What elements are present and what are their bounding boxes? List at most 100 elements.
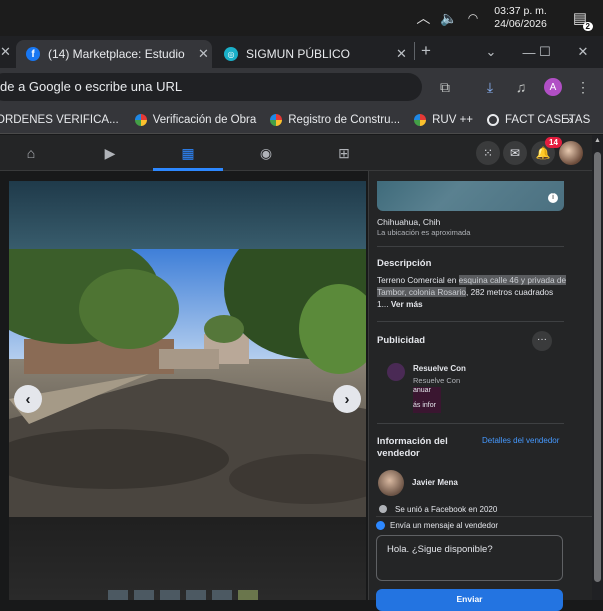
- system-tray: ︿ 🔈 ◠ 03:37 p. m. 24/06/2026 ▤ 2: [416, 0, 603, 36]
- bookmark-ordenes[interactable]: ORDENES VERIFICA...: [0, 114, 119, 126]
- street-photo-illustration: [9, 249, 366, 517]
- photo-thumbnails: [108, 590, 258, 600]
- tab-label: SIGMUN PÚBLICO: [246, 47, 351, 61]
- divider: [377, 246, 564, 247]
- more-options-icon[interactable]: ···: [532, 331, 552, 351]
- thumbnail[interactable]: [160, 590, 180, 600]
- gaming-icon[interactable]: ⊞: [336, 145, 352, 161]
- message-input[interactable]: Hola. ¿Sigue disponible?: [376, 535, 563, 581]
- close-tab-icon[interactable]: ✕: [198, 46, 209, 62]
- messenger-icon[interactable]: ✉: [503, 141, 527, 165]
- seller-avatar[interactable]: [378, 470, 404, 496]
- divider: [377, 423, 564, 424]
- bookmark-icon: [414, 113, 427, 126]
- ad-title[interactable]: Resuelve Con: [413, 364, 466, 373]
- video-icon[interactable]: ▶: [102, 145, 118, 161]
- active-tab-indicator: [153, 168, 223, 171]
- chevron-up-icon[interactable]: ︿: [416, 8, 430, 28]
- close-icon[interactable]: ✕: [0, 44, 11, 60]
- maximize-icon[interactable]: ☐: [530, 36, 560, 68]
- ads-heading: Publicidad: [377, 335, 426, 346]
- listing-photo[interactable]: [9, 249, 366, 517]
- previous-photo-button[interactable]: ‹: [14, 385, 42, 413]
- messenger-icon: [376, 521, 385, 530]
- notification-count: 2: [582, 22, 593, 31]
- volume-icon[interactable]: 🔈: [440, 10, 457, 27]
- bookmarks-bar: ORDENES VERIFICA... Verificación de Obra…: [0, 106, 603, 134]
- bookmark-label: Verificación de Obra: [152, 113, 257, 126]
- ad-image[interactable]: anuar ás infor: [413, 387, 441, 413]
- clock[interactable]: 03:37 p. m. 24/06/2026: [494, 5, 547, 31]
- notification-icon[interactable]: ▤ 2: [573, 9, 593, 31]
- bookmark-verificacion[interactable]: Verificación de Obra: [134, 113, 257, 126]
- more-bookmarks-icon[interactable]: »: [566, 112, 573, 127]
- location-text: Chihuahua, Chih: [377, 217, 441, 227]
- ad-text: anuar: [413, 387, 431, 394]
- wifi-icon[interactable]: ◠: [468, 11, 478, 25]
- extensions-icon[interactable]: ⧉: [434, 76, 456, 98]
- bookmark-label: Registro de Constru...: [288, 113, 401, 126]
- download-icon[interactable]: ⤓: [479, 76, 501, 98]
- facebook-icon: f: [26, 47, 40, 61]
- menu-grid-icon[interactable]: ⁙: [476, 141, 500, 165]
- tab-strip: ✕ f (14) Marketplace: Estudio 0 ba ✕ ◎ S…: [0, 36, 603, 68]
- chevron-down-icon[interactable]: ⌄: [476, 36, 506, 68]
- avatar: A: [544, 78, 562, 96]
- groups-icon[interactable]: ◉: [258, 145, 274, 161]
- message-text: Hola. ¿Sigue disponible?: [387, 544, 493, 555]
- bookmark-label: ORDENES VERIFICA...: [0, 113, 119, 126]
- bookmark-icon: [134, 113, 147, 126]
- thumbnail[interactable]: [108, 590, 128, 600]
- account-avatar[interactable]: [559, 141, 583, 165]
- menu-dots-icon[interactable]: ⋮: [572, 76, 594, 98]
- address-placeholder: de a Google o escribe una URL: [0, 79, 183, 94]
- media-control-icon[interactable]: ♫: [510, 76, 532, 98]
- windows-taskbar: ︿ 🔈 ◠ 03:37 p. m. 24/06/2026 ▤ 2: [0, 0, 603, 36]
- clock-date: 24/06/2026: [494, 18, 547, 30]
- message-heading: Envía un mensaje al vendedor: [390, 521, 499, 530]
- description-heading: Descripción: [377, 258, 432, 269]
- home-icon[interactable]: ⌂: [23, 145, 39, 161]
- window-close-icon[interactable]: ✕: [568, 36, 598, 68]
- advertiser-logo: [387, 363, 405, 381]
- profile-button[interactable]: A: [542, 76, 564, 98]
- tab-marketplace[interactable]: f (14) Marketplace: Estudio 0 ba ✕: [16, 40, 212, 68]
- location-note: La ubicación es aproximada: [377, 228, 471, 237]
- tab-label: (14) Marketplace: Estudio 0 ba: [48, 47, 188, 61]
- bookmark-label: RUV ++: [432, 113, 474, 126]
- clock-time: 03:37 p. m.: [494, 5, 547, 17]
- bookmark-label: FACT CASETAS: [505, 113, 591, 126]
- close-tab-icon[interactable]: ✕: [396, 46, 407, 62]
- address-bar[interactable]: de a Google o escribe una URL: [0, 73, 422, 101]
- globe-icon: [487, 113, 500, 126]
- notification-badge: 14: [545, 137, 562, 148]
- marketplace-icon[interactable]: ▦: [180, 145, 196, 161]
- thumbnail[interactable]: [134, 590, 154, 600]
- location-map[interactable]: i: [377, 181, 564, 211]
- ad-text: ás infor: [413, 402, 436, 409]
- bookmark-fact-casetas[interactable]: FACT CASETAS: [487, 113, 591, 126]
- thumbnail-selected[interactable]: [238, 590, 258, 600]
- bookmark-icon: [270, 113, 283, 126]
- thumbnail[interactable]: [186, 590, 206, 600]
- see-more-link[interactable]: Ver más: [391, 299, 423, 309]
- sigmun-icon: ◎: [224, 47, 238, 61]
- seller-details-link[interactable]: Detalles del vendedor: [482, 436, 559, 445]
- thumbnail[interactable]: [212, 590, 232, 600]
- send-button[interactable]: Enviar: [376, 589, 563, 611]
- bookmark-registro[interactable]: Registro de Constru...: [270, 113, 401, 126]
- facebook-nav: ⌂ ▶ ▦ ◉ ⊞ ⁙ ✉ 🔔 14: [0, 135, 592, 171]
- scroll-up-icon[interactable]: ▲: [594, 137, 601, 144]
- info-icon[interactable]: i: [548, 193, 558, 203]
- tab-sigmun[interactable]: ◎ SIGMUN PÚBLICO ✕: [224, 40, 414, 68]
- seller-heading: Información del vendedor: [377, 436, 448, 459]
- tab-divider: [414, 42, 415, 60]
- bookmark-ruv[interactable]: RUV ++: [414, 113, 474, 126]
- seller-name[interactable]: Javier Mena: [412, 478, 458, 487]
- scrollbar-thumb[interactable]: [594, 152, 601, 582]
- new-tab-icon[interactable]: +: [421, 41, 431, 61]
- facebook-icon: [379, 505, 387, 513]
- seller-joined: Se unió a Facebook en 2020: [395, 505, 498, 514]
- description-part: Terreno Comercial en: [377, 275, 459, 285]
- next-photo-button[interactable]: ›: [333, 385, 361, 413]
